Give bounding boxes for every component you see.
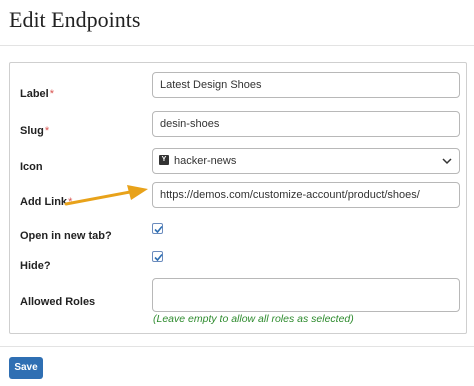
label-field-label: Label* (20, 88, 55, 100)
hide-label: Hide? (20, 260, 51, 272)
allowed-roles-input[interactable] (152, 278, 460, 312)
icon-select-value: hacker-news (174, 155, 237, 167)
required-marker: * (49, 88, 55, 100)
annotation-arrow-icon (64, 185, 148, 206)
open-new-tab-checkbox[interactable] (152, 223, 163, 234)
footer-divider (0, 346, 474, 347)
slug-field-label: Slug* (20, 125, 50, 137)
hide-checkbox[interactable] (152, 251, 163, 262)
checkmark-icon (154, 253, 163, 262)
open-new-tab-label: Open in new tab? (20, 230, 112, 242)
slug-input[interactable]: desin-shoes (152, 111, 460, 137)
allowed-roles-hint: (Leave empty to allow all roles as selec… (153, 313, 354, 325)
page-title: Edit Endpoints (9, 7, 141, 32)
icon-select[interactable]: Yhacker-news (152, 148, 460, 174)
chevron-down-icon (442, 158, 452, 165)
allowed-roles-label: Allowed Roles (20, 296, 96, 308)
label-input[interactable]: Latest Design Shoes (152, 72, 460, 98)
hacker-news-icon: Y (159, 155, 169, 166)
header-divider (0, 45, 474, 46)
save-button[interactable]: Save (9, 357, 43, 379)
add-link-input[interactable]: https://demos.com/customize-account/prod… (152, 182, 460, 208)
required-marker: * (44, 125, 50, 137)
checkmark-icon (154, 225, 163, 234)
icon-field-label: Icon (20, 161, 43, 173)
